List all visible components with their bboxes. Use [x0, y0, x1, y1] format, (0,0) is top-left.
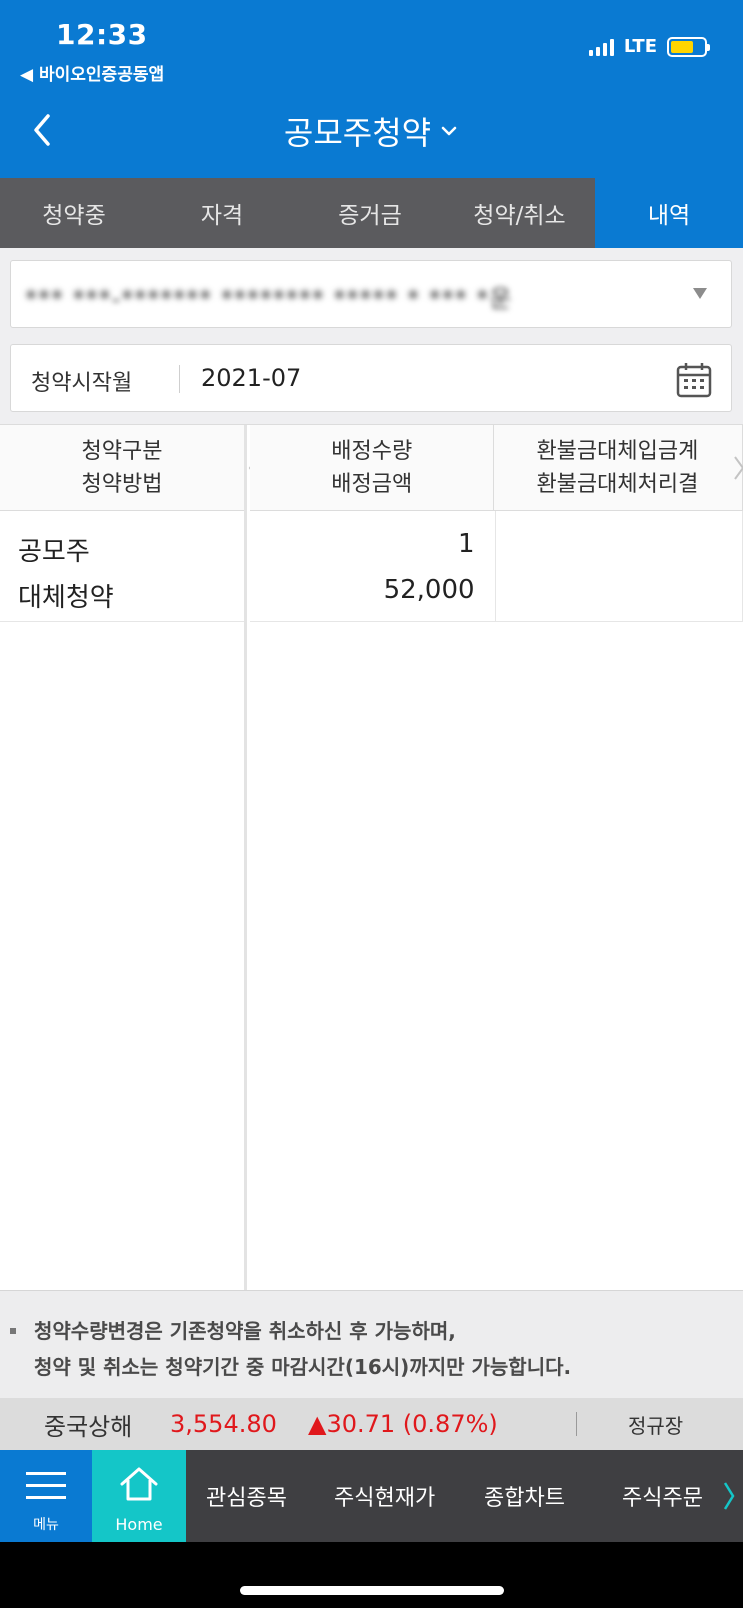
home-indicator[interactable]: [240, 1586, 504, 1595]
battery-icon: [667, 36, 710, 57]
account-value: *** ***-******* ******** ***** * *** *운: [25, 285, 513, 309]
tab-bar: 청약중 자격 증거금 청약/취소 내역: [0, 178, 743, 248]
ticker-divider: [576, 1412, 577, 1436]
chevron-right-icon[interactable]: [722, 1480, 736, 1512]
app-header: 12:33 ◀ 바이오인증공동앱 LTE 공모주청약: [0, 0, 743, 178]
header-type-line2: 청약방법: [81, 471, 163, 497]
field-divider: [179, 365, 180, 393]
home-icon: [120, 1467, 158, 1501]
market-ticker[interactable]: 중국상해 3,554.80 ▲30.71 (0.87%) 정규장: [0, 1398, 743, 1450]
start-month-value: 2021-07: [201, 364, 302, 392]
index-change: ▲30.71 (0.87%): [308, 1410, 498, 1438]
header-refund-result: 환불금대체처리결: [536, 472, 699, 497]
nav-stock-price[interactable]: 주식현재가: [334, 1450, 435, 1542]
calendar-icon[interactable]: [675, 361, 713, 399]
status-indicators: LTE: [588, 36, 710, 57]
bullet-icon: [10, 1328, 16, 1334]
title-dropdown[interactable]: 공모주청약: [284, 108, 459, 154]
allocation-qty: 1: [458, 528, 475, 559]
scroll-right-icon[interactable]: [731, 453, 743, 483]
history-table: 청약구분 청약방법 공모주 대체청약 배정수량 배정금액 환불금대체입금계 환불…: [0, 424, 743, 1290]
nav-watchlist[interactable]: 관심종목: [206, 1450, 287, 1542]
index-price: 3,554.80: [170, 1410, 277, 1438]
table-row[interactable]: 1 52,000: [250, 511, 743, 622]
refund-cell: [496, 511, 743, 622]
tab-deposit[interactable]: 증거금: [296, 178, 444, 248]
notice-text-2: 청약 및 취소는 청약기간 중 마감시간(16시)까지만 가능합니다.: [34, 1355, 572, 1379]
home-label: Home: [115, 1515, 163, 1534]
notice-line-1: 청약수량변경은 기존청약을 취소하신 후 가능하며,: [10, 1313, 743, 1349]
signal-icon: [588, 38, 614, 56]
header-refund: 환불금대체입금계 환불금대체처리결: [494, 425, 743, 511]
page-title: 공모주청약: [283, 114, 432, 152]
header-row: 배정수량 배정금액 환불금대체입금계 환불금대체처리결: [250, 425, 743, 511]
market-session: 정규장: [628, 1413, 684, 1438]
notice-text-1: 청약수량변경은 기존청약을 취소하신 후 가능하며,: [34, 1319, 456, 1343]
chevron-down-icon: [441, 126, 457, 136]
header-refund-transfer: 환불금대체입금계: [536, 439, 699, 464]
menu-label: 메뉴: [33, 1517, 59, 1533]
row-type: 공모주: [18, 537, 90, 567]
allocation-cell: 1 52,000: [250, 511, 496, 622]
notice-line-2: 청약 및 취소는 청약기간 중 마감시간(16시)까지만 가능합니다.: [10, 1349, 743, 1385]
tab-subscribe-cancel[interactable]: 청약/취소: [444, 178, 595, 248]
index-name: 중국상해: [44, 1412, 133, 1441]
start-month-field[interactable]: 청약시작월 2021-07: [10, 344, 732, 412]
table-row[interactable]: 공모주 대체청약: [0, 511, 244, 622]
header-allocation-amount: 배정금액: [331, 472, 413, 497]
notice-box: 청약수량변경은 기존청약을 취소하신 후 가능하며, 청약 및 취소는 청약기간…: [0, 1290, 743, 1398]
header-type: 청약구분 청약방법: [0, 425, 244, 511]
header-allocation: 배정수량 배정금액: [250, 425, 495, 511]
bottom-nav: 메뉴 Home 관심종목 주식현재가 종합차트 주식주문: [0, 1450, 743, 1542]
tab-history[interactable]: 내역: [595, 178, 743, 248]
status-time: 12:33: [56, 18, 148, 51]
network-label: LTE: [623, 36, 657, 57]
back-to-app-link[interactable]: ◀ 바이오인증공동앱: [20, 60, 164, 85]
page-title-area: 공모주청약: [0, 108, 743, 154]
menu-button[interactable]: 메뉴: [0, 1450, 92, 1542]
hamburger-icon: [26, 1472, 66, 1508]
row-method: 대체청약: [18, 583, 114, 613]
fixed-column: 청약구분 청약방법 공모주 대체청약: [0, 425, 247, 1290]
filter-area: *** ***-******* ******** ***** * *** *운 …: [0, 248, 743, 424]
nav-stock-order[interactable]: 주식주문: [622, 1450, 703, 1542]
scroll-columns[interactable]: 배정수량 배정금액 환불금대체입금계 환불금대체처리결 1 52,000: [250, 425, 743, 1290]
nav-chart[interactable]: 종합차트: [484, 1450, 565, 1542]
caret-down-icon: [693, 288, 707, 299]
header-allocation-qty: 배정수량: [331, 439, 413, 464]
allocation-amount: 52,000: [383, 574, 475, 605]
home-button[interactable]: Home: [92, 1450, 186, 1542]
tab-qualification[interactable]: 자격: [148, 178, 296, 248]
tab-subscribing[interactable]: 청약중: [0, 178, 148, 248]
account-select[interactable]: *** ***-******* ******** ***** * *** *운: [10, 260, 732, 328]
home-indicator-area: [0, 1542, 743, 1608]
header-type-line1: 청약구분: [81, 438, 163, 464]
start-month-label: 청약시작월: [31, 371, 133, 396]
